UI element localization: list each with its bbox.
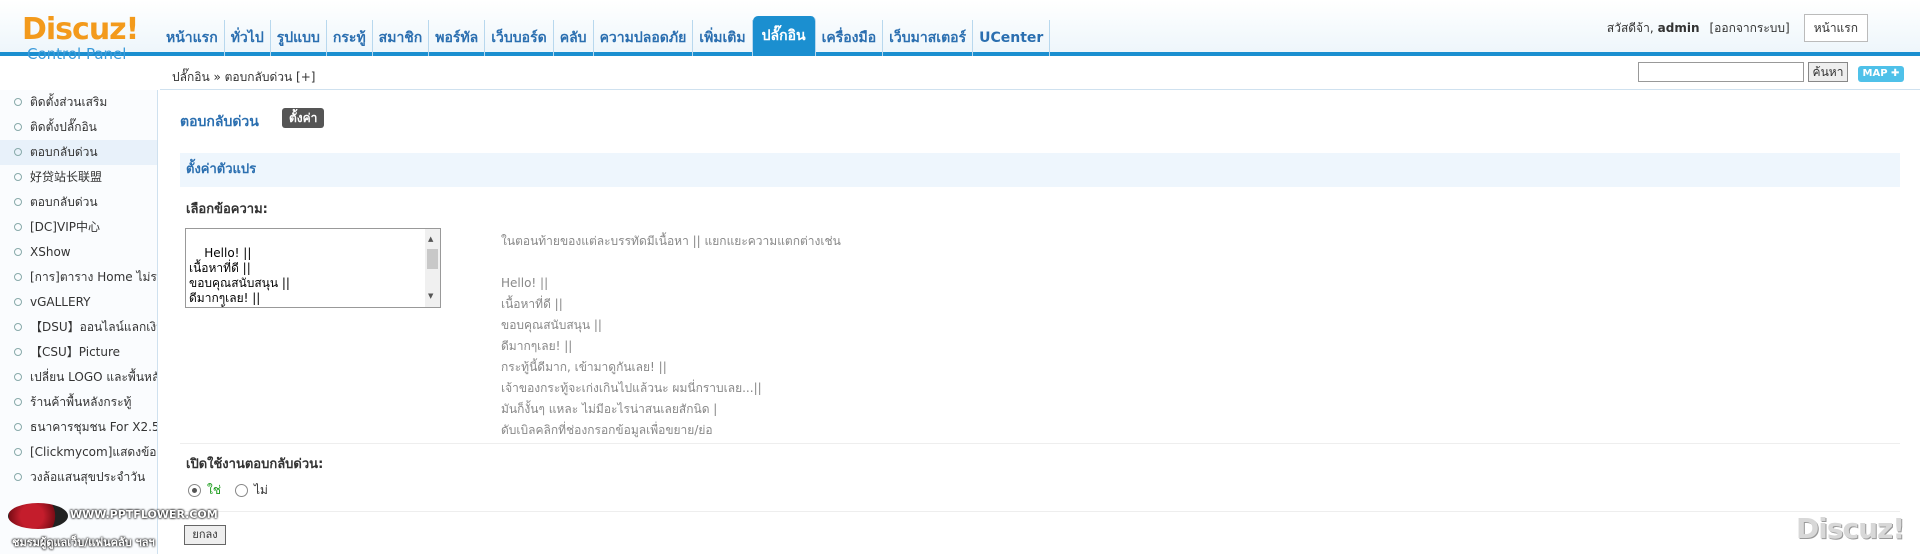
radio-no-label[interactable]: ไม่ <box>254 481 268 500</box>
scroll-down-icon[interactable]: ▼ <box>428 289 433 304</box>
reply-textarea-text: Hello! || เนื้อหาที่ดี || ขอบคุณสนับสนุน… <box>189 246 355 307</box>
sidebar-item[interactable]: XShow <box>0 240 157 265</box>
reply-textarea[interactable]: Hello! || เนื้อหาที่ดี || ขอบคุณสนับสนุน… <box>185 228 441 308</box>
search-input[interactable] <box>1638 62 1804 82</box>
help-line: ขอบคุณสนับสนุน || <box>501 318 602 332</box>
help-line: ดีมากๆเลย! || <box>501 339 573 353</box>
sidebar-item[interactable]: [การ]ตาราง Home ไม่ระบุ <box>0 265 157 290</box>
help-line <box>501 252 841 273</box>
nav-item[interactable]: สมาชิก <box>373 20 430 56</box>
radio-no[interactable] <box>235 484 249 497</box>
breadcrumb[interactable]: ปลั๊กอิน » ตอบกลับด่วน [+] <box>172 68 315 87</box>
sidebar-item[interactable]: [Clickmycom]แสดงข้อความ <box>0 440 157 465</box>
top-nav: หน้าแรก ทั่วไป รูปแบบ กระทู้ สมาชิก พอร์ทัล เว… <box>160 16 1051 56</box>
nav-item[interactable]: เพิ่มเติม <box>693 20 753 56</box>
search-button[interactable]: ค้นหา <box>1808 62 1848 82</box>
nav-item[interactable]: ทั่วไป <box>225 20 271 56</box>
nav-item[interactable]: รูปแบบ <box>271 20 327 56</box>
field-help-text: ในตอนท้ายของแต่ละบรรทัดมีเนื้อหา || แยกแ… <box>501 231 841 441</box>
divider <box>180 443 1900 444</box>
nav-item[interactable]: UCenter <box>973 20 1051 56</box>
sidebar-item[interactable]: ธนาคารชุมชน For X2.5 <box>0 415 157 440</box>
logout-link[interactable]: [ออกจากระบบ] <box>1710 19 1790 38</box>
sidebar-item[interactable]: ตอบกลับด่วน <box>0 140 157 165</box>
greeting: สวัสดีจ้า, <box>1606 20 1654 35</box>
field-label-select-message: เลือกข้อความ: <box>186 202 268 217</box>
help-line: ดับเบิลคลิกที่ช่องกรอกข้อมูลเพื่อขยาย/ย่… <box>501 423 713 437</box>
main-content: ตอบกลับด่วน ตั้งค่า ตั้งค่าตัวแปร เลือกข… <box>160 91 1920 554</box>
sidebar-item[interactable]: 【DSU】ออนไลน์แลกเงิน <box>0 315 157 340</box>
help-line: มันก็งั้นๆ แหละ ไม่มีอะไรน่าสนเลยสักนิด … <box>501 402 718 416</box>
sidebar-item[interactable]: ร้านค้าพื้นหลังกระทู้ <box>0 390 157 415</box>
user-box: สวัสดีจ้า, admin [ออกจากระบบ] หน้าแรก <box>1607 14 1868 42</box>
watermark-text: ชมรมผู้ดูแลเว็บ/แฟนคลับ ฯลฯ <box>12 536 155 549</box>
field-label-enable: เปิดใช้งานตอบกลับด่วน: <box>186 457 324 472</box>
section-title: ตั้งค่าตัวแปร <box>180 153 1900 187</box>
map-button[interactable]: MAP ✚ <box>1858 66 1904 82</box>
sidebar-item[interactable]: ติดตั้งปลั๊กอิน <box>0 115 157 140</box>
divider <box>180 511 1900 512</box>
sidebar-item[interactable]: วงล้อแสนสุขประจำวัน <box>0 465 157 490</box>
sidebar-item[interactable]: [DC]VIP中心 <box>0 215 157 240</box>
sidebar-item[interactable]: 好贷站长联盟 <box>0 165 157 190</box>
textarea-scrollbar[interactable]: ▲ ▼ <box>425 229 440 307</box>
logo-brand: Discuz! <box>22 12 139 47</box>
nav-item[interactable]: คลับ <box>554 20 594 56</box>
help-line: เจ้าของกระทู้จะเก่งเกินไปแล้วนะ ผมนี่กรา… <box>501 381 762 395</box>
nav-item[interactable]: เว็บมาสเตอร์ <box>883 20 974 56</box>
help-line: ในตอนท้ายของแต่ละบรรทัดมีเนื้อหา || แยกแ… <box>501 234 841 248</box>
scroll-thumb[interactable] <box>427 249 438 269</box>
header: Discuz! Control Panel หน้าแรก ทั่วไป รูปแบ… <box>0 0 1920 62</box>
nav-item[interactable]: ความปลอดภัย <box>594 20 694 56</box>
help-line: Hello! || <box>501 276 549 290</box>
radio-yes-label[interactable]: ใช่ <box>207 481 221 500</box>
footer-logo: Discuz! <box>1796 512 1905 545</box>
help-line: เนื้อหาที่ดี || <box>501 297 563 311</box>
flower-logo-icon <box>8 503 68 529</box>
page-title: ตอบกลับด่วน <box>180 114 259 130</box>
sidebar: ติดตั้งส่วนเสริม ติดตั้งปลั๊กอิน ตอบกลับด่… <box>0 90 158 554</box>
nav-item[interactable]: พอร์ทัล <box>429 20 486 56</box>
sidebar-item[interactable]: ตอบกลับด่วน <box>0 190 157 215</box>
logo[interactable]: Discuz! Control Panel <box>22 12 157 63</box>
help-line: กระทู้นี้ดีมาก, เข้ามาดูกันเลย! || <box>501 360 667 374</box>
sidebar-item[interactable]: ติดตั้งส่วนเสริม <box>0 90 157 115</box>
nav-item[interactable]: เครื่องมือ <box>816 20 884 56</box>
radio-yes[interactable] <box>188 484 201 497</box>
sidebar-item[interactable]: เปลี่ยน LOGO และพื้นหลัง <box>0 365 157 390</box>
enable-radio-group: ใช่ ไม่ <box>188 481 268 500</box>
username[interactable]: admin <box>1658 21 1700 35</box>
watermark: WWW.PPTFLOWER.COM ชมรมผู้ดูแลเว็บ/แฟนคลั… <box>8 503 218 549</box>
nav-item[interactable]: กระทู้ <box>327 20 373 56</box>
nav-item[interactable]: เว็บบอร์ด <box>485 20 554 56</box>
sidebar-item[interactable]: 【CSU】Picture <box>0 340 157 365</box>
watermark-site: WWW.PPTFLOWER.COM <box>70 508 218 521</box>
sidebar-item[interactable]: vGALLERY <box>0 290 157 315</box>
nav-item[interactable]: หน้าแรก <box>160 20 225 56</box>
tab-settings[interactable]: ตั้งค่า <box>282 108 325 128</box>
home-button[interactable]: หน้าแรก <box>1803 14 1868 42</box>
logo-subtitle: Control Panel <box>27 45 127 63</box>
nav-item[interactable]: ปลั๊กอิน <box>752 16 816 56</box>
scroll-up-icon[interactable]: ▲ <box>428 232 433 247</box>
